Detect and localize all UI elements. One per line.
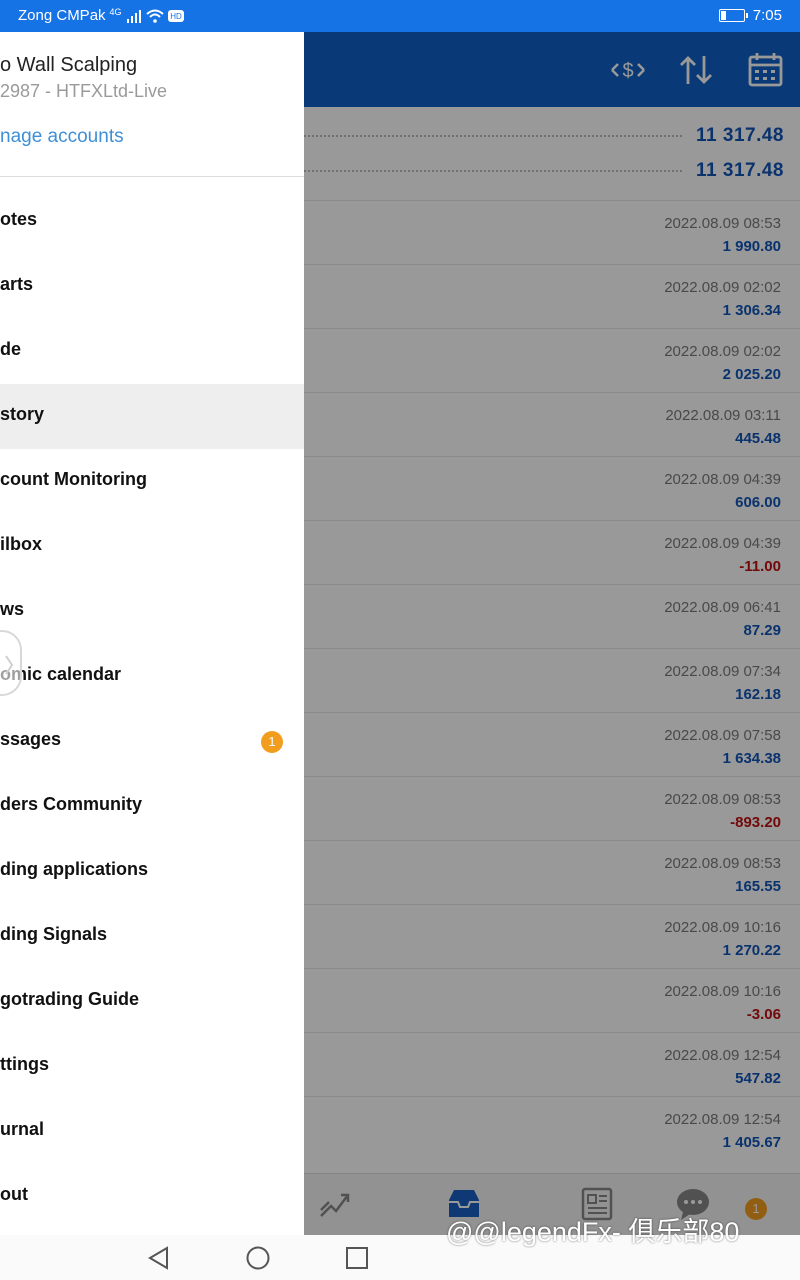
drawer-item-label: ders Community — [0, 794, 143, 814]
clock: 7:05 — [752, 7, 782, 24]
carrier-name: Zong CMPak — [18, 7, 106, 24]
status-bar: Zong CMPak 4G HD 7:05 — [0, 0, 800, 32]
drawer-item[interactable]: story — [0, 384, 304, 449]
chevron-right-icon — [5, 655, 14, 675]
svg-text:HD: HD — [170, 12, 182, 21]
drawer-item-label: otes — [0, 209, 38, 229]
drawer-item[interactable]: ilbox — [0, 514, 304, 579]
drawer-item-label: ssages — [0, 729, 62, 749]
signal-icon — [126, 9, 141, 23]
navigation-drawer: o Wall Scalping 2987 - HTFXLtd-Live nage… — [0, 32, 304, 1235]
watermark: @@legendFx- 俱乐部80 — [446, 1217, 740, 1247]
drawer-item-label: ttings — [0, 1054, 49, 1074]
drawer-item-label: gotrading Guide — [0, 989, 139, 1009]
drawer-item-label: count Monitoring — [0, 469, 147, 489]
wifi-icon — [145, 9, 164, 23]
unread-badge: 1 — [261, 731, 283, 753]
drawer-item[interactable]: de — [0, 319, 304, 384]
drawer-item[interactable]: ding applications — [0, 839, 304, 904]
drawer-item[interactable]: arts — [0, 254, 304, 319]
network-type: 4G — [109, 6, 122, 17]
drawer-item[interactable]: otes — [0, 189, 304, 254]
hd-icon: HD — [167, 9, 184, 22]
back-icon[interactable] — [146, 1245, 172, 1271]
drawer-item[interactable]: gotrading Guide — [0, 969, 304, 1034]
drawer-item-label: ws — [0, 599, 25, 619]
battery-icon — [718, 9, 748, 22]
home-icon[interactable] — [245, 1245, 271, 1271]
manage-accounts-link[interactable]: nage accounts — [0, 126, 124, 148]
drawer-item[interactable]: ttings — [0, 1034, 304, 1099]
drawer-item-label: story — [0, 404, 45, 424]
drawer-item-label: out — [0, 1184, 28, 1204]
account-server: 2987 - HTFXLtd-Live — [0, 81, 168, 101]
drawer-item[interactable]: ws — [0, 579, 304, 644]
drawer-item-label: arts — [0, 274, 34, 294]
drawer-item-label: de — [0, 339, 22, 359]
drawer-item[interactable]: ssages 1 — [0, 709, 304, 774]
recents-icon[interactable] — [344, 1245, 370, 1271]
edge-swipe-handle[interactable] — [0, 630, 22, 696]
drawer-item[interactable]: urnal — [0, 1099, 304, 1164]
drawer-item-label: ding Signals — [0, 924, 108, 944]
drawer-item[interactable]: out — [0, 1164, 304, 1229]
drawer-item[interactable]: ding Signals — [0, 904, 304, 969]
drawer-item[interactable]: count Monitoring — [0, 449, 304, 514]
drawer-item[interactable]: omic calendar — [0, 644, 304, 709]
account-name: o Wall Scalping — [0, 54, 138, 76]
drawer-item[interactable]: ders Community — [0, 774, 304, 839]
drawer-item-label: ding applications — [0, 859, 149, 879]
drawer-item-label: ilbox — [0, 534, 43, 554]
drawer-divider — [0, 176, 304, 177]
drawer-item-label: urnal — [0, 1119, 45, 1139]
